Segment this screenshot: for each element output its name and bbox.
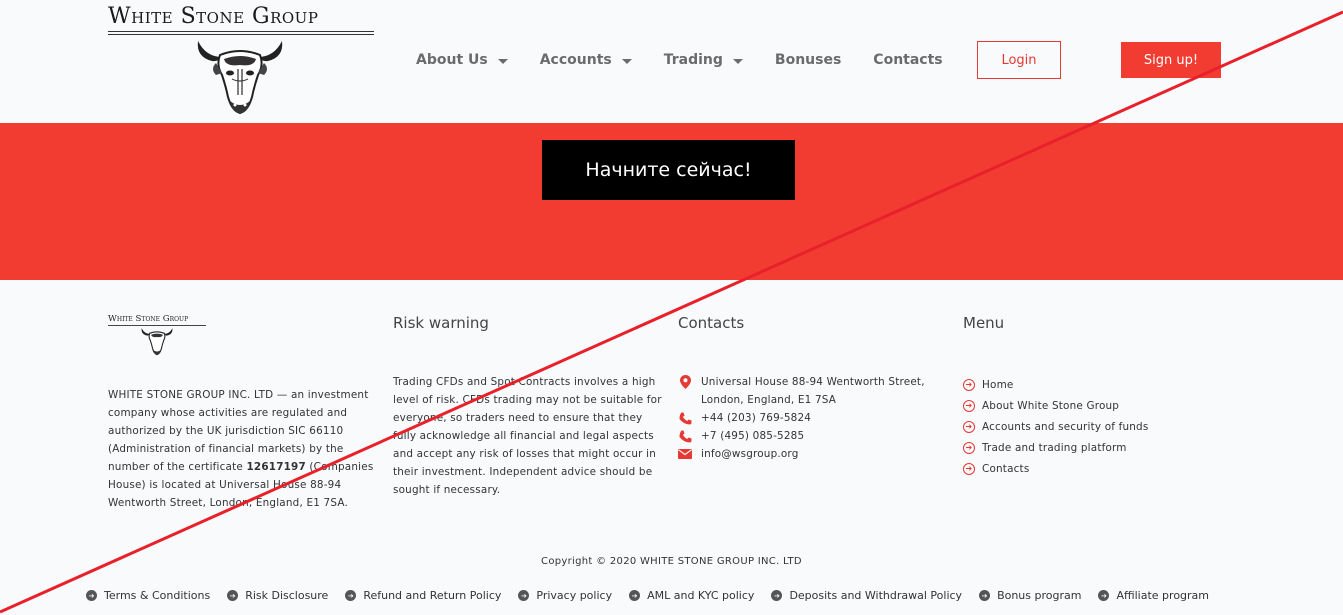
link-bonus-program[interactable]: ➔ Bonus program <box>979 589 1081 602</box>
link-label: AML and KYC policy <box>647 589 755 602</box>
about-text: WHITE STONE GROUP INC. LTD — an investme… <box>108 386 374 512</box>
link-label: Deposits and Withdrawal Policy <box>789 589 963 602</box>
cta-band: Начните сейчас! <box>0 123 1343 280</box>
link-deposits-withdrawal[interactable]: ➔ Deposits and Withdrawal Policy <box>771 589 962 602</box>
site-logo[interactable]: White Stone Group <box>108 5 374 115</box>
phone-icon <box>678 411 692 425</box>
link-terms[interactable]: ➔ Terms & Conditions <box>86 589 210 602</box>
map-pin-icon <box>678 375 692 389</box>
contact-phone[interactable]: +44 (203) 769-5824 <box>678 409 948 427</box>
arrow-right-circle-icon: ➔ <box>345 590 357 601</box>
contact-email[interactable]: info@wsgroup.org <box>678 445 948 463</box>
menu-item-label: Home <box>982 379 1014 391</box>
footer-menu: Menu ➔ Home ➔ About White Stone Group ➔ Acc… <box>963 314 1223 483</box>
link-label: Risk Disclosure <box>245 589 329 602</box>
nav-trading[interactable]: Trading <box>664 50 743 70</box>
signup-button[interactable]: Sign up! <box>1121 42 1221 78</box>
arrow-right-circle-icon: ➔ <box>1098 590 1110 601</box>
main-nav: About Us Accounts Trading Bonuses Contac… <box>416 50 943 70</box>
phone-text: +44 (203) 769-5824 <box>701 412 812 424</box>
nav-label: Contacts <box>873 52 943 68</box>
address-text: Universal House 88-94 Wentworth Street, … <box>701 376 925 406</box>
link-label: Refund and Return Policy <box>363 589 502 602</box>
menu-item-contacts[interactable]: ➔ Contacts <box>963 462 1223 483</box>
menu-title: Menu <box>963 314 1005 332</box>
nav-label: Trading <box>663 52 723 68</box>
phone-text: +7 (495) 085-5285 <box>701 430 805 442</box>
bull-head-icon <box>197 41 283 115</box>
footer-contacts: Contacts Universal House 88-94 Wentworth… <box>678 314 948 463</box>
menu-item-label: About White Stone Group <box>982 400 1120 412</box>
nav-bonuses[interactable]: Bonuses <box>775 50 841 70</box>
link-affiliate-program[interactable]: ➔ Affiliate program <box>1098 589 1209 602</box>
chevron-down-icon <box>621 58 632 64</box>
arrow-right-circle-icon: ➔ <box>979 590 991 601</box>
link-risk-disclosure[interactable]: ➔ Risk Disclosure <box>227 589 328 602</box>
footer-about: White Stone Group WHITE STONE GROUP INC.… <box>108 314 374 512</box>
menu-item-accounts[interactable]: ➔ Accounts and security of funds <box>963 420 1223 441</box>
arrow-right-circle-icon: ➔ <box>963 421 975 433</box>
footer-logo[interactable]: White Stone Group <box>108 314 206 356</box>
nav-label: Bonuses <box>774 52 842 68</box>
contact-phone[interactable]: +7 (495) 085-5285 <box>678 427 948 445</box>
legal-links: ➔ Terms & Conditions ➔ Risk Disclosure ➔ Re… <box>86 589 1209 602</box>
bull-head-icon <box>141 328 173 356</box>
menu-item-about[interactable]: ➔ About White Stone Group <box>963 399 1223 420</box>
phone-icon <box>678 429 692 443</box>
contact-list: Universal House 88-94 Wentworth Street, … <box>678 373 948 463</box>
link-label: Affiliate program <box>1116 589 1210 602</box>
arrow-right-circle-icon: ➔ <box>771 590 783 601</box>
arrow-right-circle-icon: ➔ <box>963 400 975 412</box>
link-label: Terms & Conditions <box>104 589 211 602</box>
nav-accounts[interactable]: Accounts <box>540 50 632 70</box>
chevron-down-icon <box>497 58 508 64</box>
menu-item-label: Accounts and security of funds <box>982 421 1149 433</box>
arrow-right-circle-icon: ➔ <box>963 379 975 391</box>
arrow-right-circle-icon: ➔ <box>629 590 641 601</box>
menu-item-home[interactable]: ➔ Home <box>963 378 1223 399</box>
footer-risk: Risk warning Trading CFDs and Spot Contr… <box>393 314 663 499</box>
start-now-button[interactable]: Начните сейчас! <box>542 140 795 200</box>
risk-title: Risk warning <box>393 314 489 332</box>
logo-divider <box>108 31 374 32</box>
certificate-number: 12617197 <box>246 461 306 473</box>
link-refund-policy[interactable]: ➔ Refund and Return Policy <box>345 589 501 602</box>
nav-contacts[interactable]: Contacts <box>873 50 942 70</box>
link-label: Bonus program <box>997 589 1082 602</box>
arrow-right-circle-icon: ➔ <box>227 590 239 601</box>
nav-label: Accounts <box>539 52 612 68</box>
menu-item-label: Contacts <box>982 463 1030 475</box>
arrow-right-circle-icon: ➔ <box>86 590 97 601</box>
email-text: info@wsgroup.org <box>701 448 799 460</box>
envelope-icon <box>678 447 692 461</box>
copyright: Copyright © 2020 WHITE STONE GROUP INC. … <box>541 556 802 567</box>
login-button[interactable]: Login <box>977 41 1061 79</box>
nav-about-us[interactable]: About Us <box>416 50 508 70</box>
arrow-right-circle-icon: ➔ <box>963 442 975 454</box>
chevron-down-icon <box>732 58 743 64</box>
risk-text: Trading CFDs and Spot Contracts involves… <box>393 376 662 496</box>
menu-item-label: Trade and trading platform <box>982 442 1127 454</box>
link-privacy-policy[interactable]: ➔ Privacy policy <box>518 589 612 602</box>
contacts-title: Contacts <box>678 314 745 332</box>
contact-address: Universal House 88-94 Wentworth Street, … <box>678 373 948 409</box>
arrow-right-circle-icon: ➔ <box>518 590 530 601</box>
link-aml-kyc[interactable]: ➔ AML and KYC policy <box>629 589 754 602</box>
menu-list: ➔ Home ➔ About White Stone Group ➔ Accounts… <box>963 378 1223 483</box>
footer-logo-text: White Stone Group <box>108 314 189 324</box>
link-label: Privacy policy <box>536 589 613 602</box>
nav-label: About Us <box>416 52 488 68</box>
logo-text: White Stone Group <box>108 4 319 29</box>
arrow-right-circle-icon: ➔ <box>963 463 975 475</box>
menu-item-trade[interactable]: ➔ Trade and trading platform <box>963 441 1223 462</box>
